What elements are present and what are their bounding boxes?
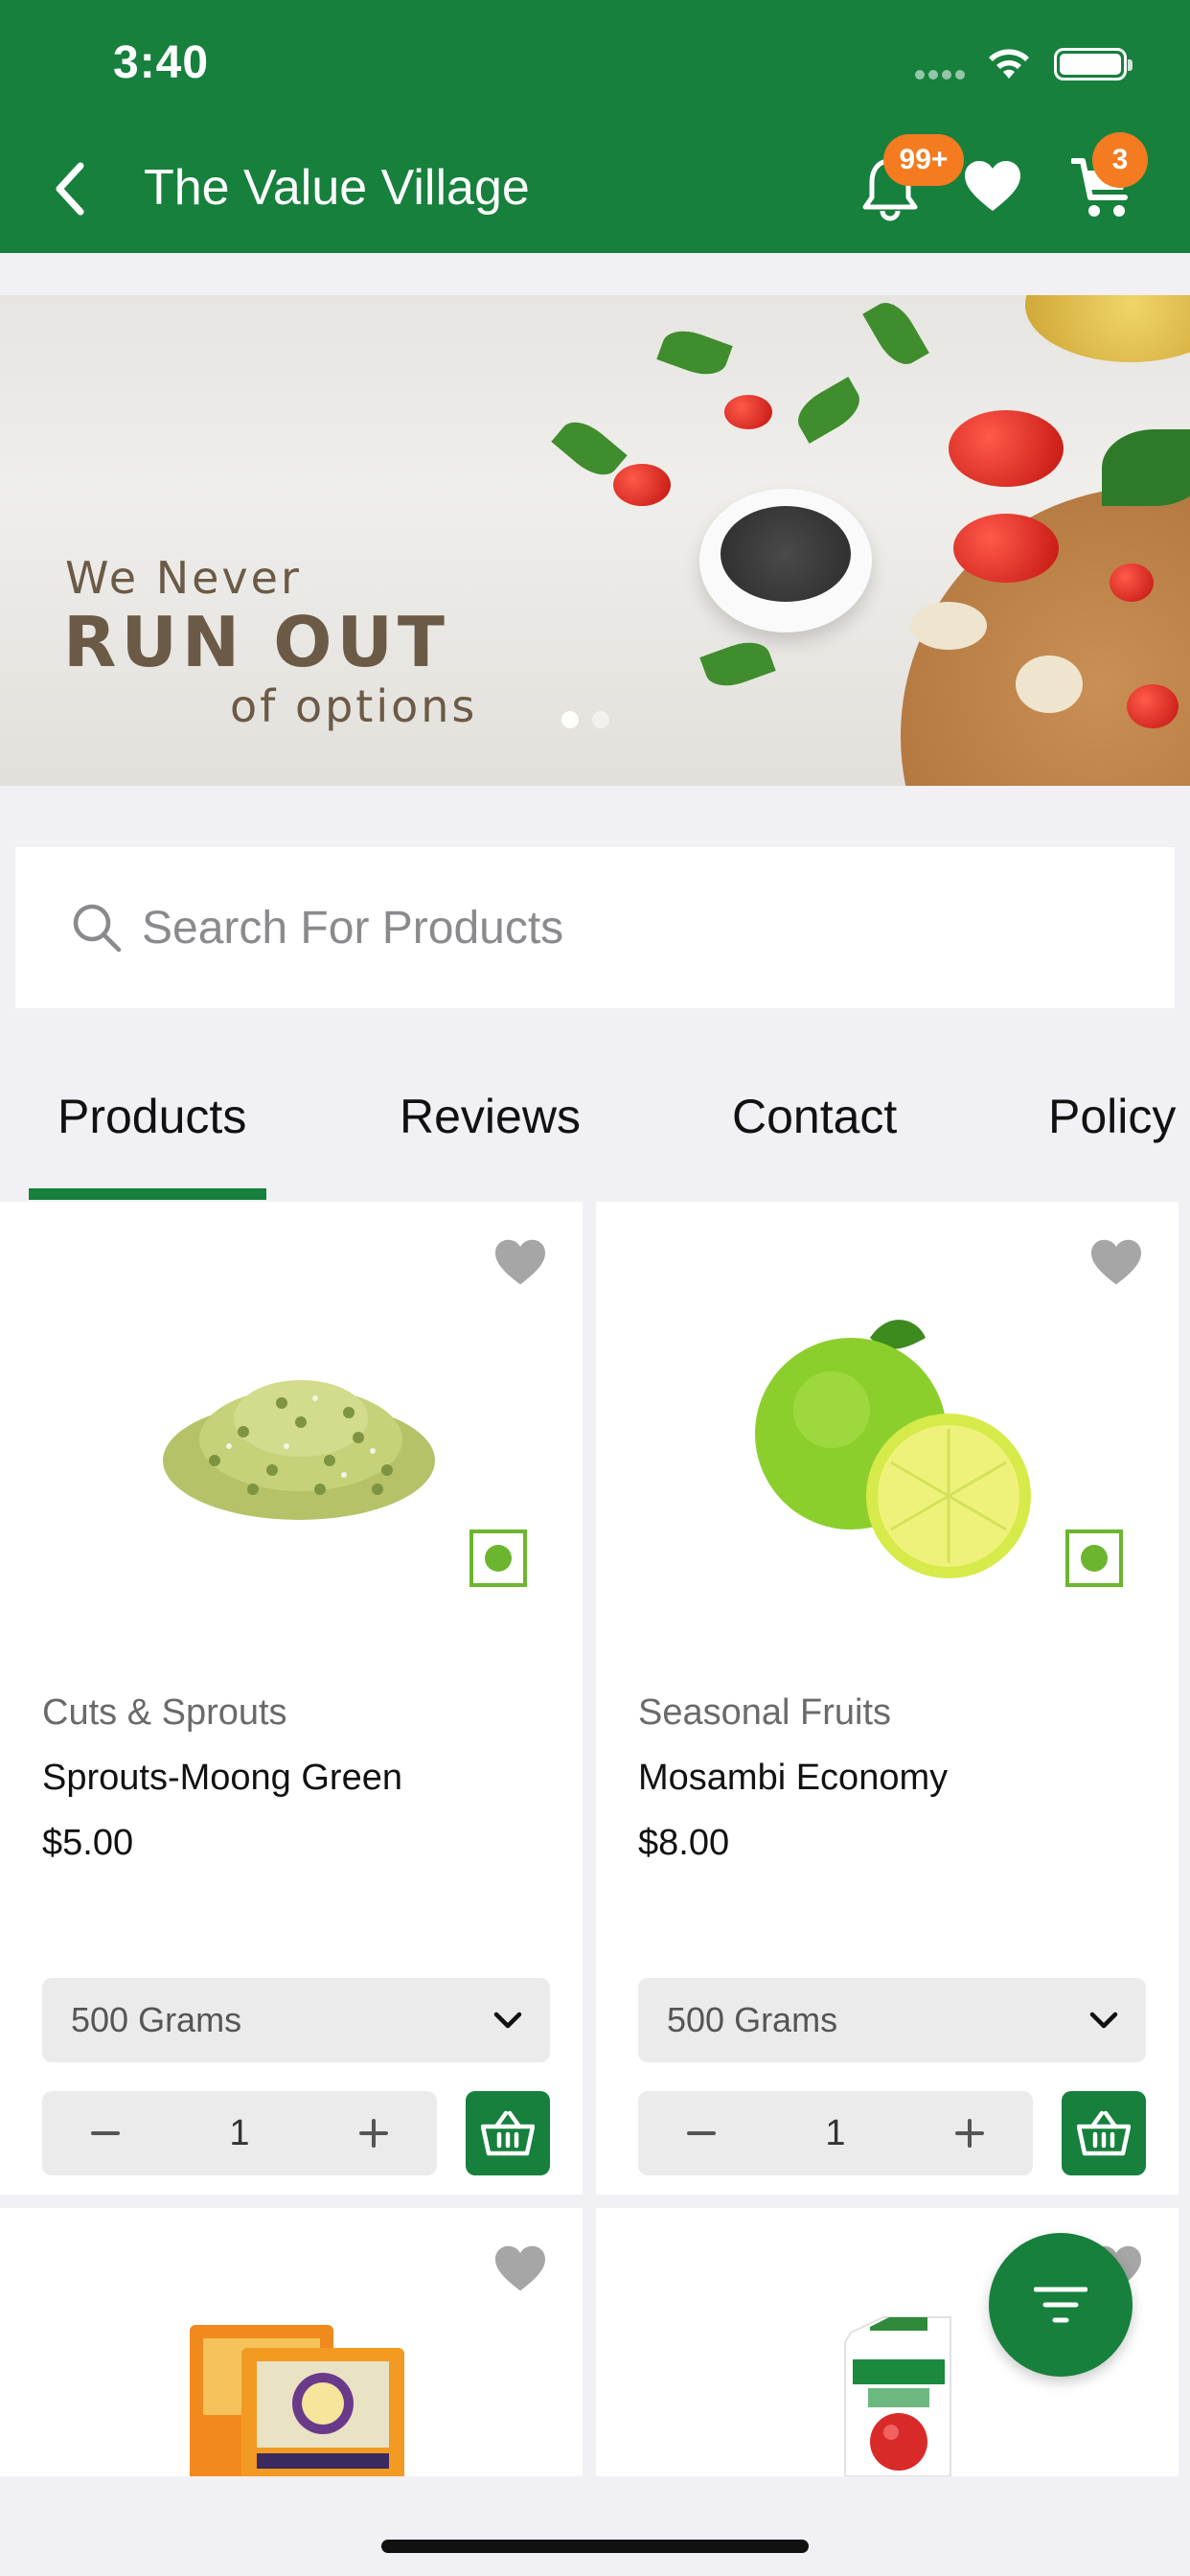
banner-bowl-image: [699, 489, 872, 632]
heart-icon[interactable]: [492, 1238, 548, 1288]
quantity-stepper: 1: [42, 2091, 437, 2175]
cart-badge: 3: [1092, 132, 1148, 188]
basket-icon: [1077, 2110, 1131, 2156]
add-to-basket-button[interactable]: [1062, 2091, 1146, 2175]
banner-oil-image: [1025, 295, 1190, 362]
app-header: 3:40 The Value Village 99+ 3: [0, 0, 1190, 253]
banner-tomato: [613, 464, 671, 506]
status-time: 3:40: [113, 37, 210, 88]
search-icon: [73, 904, 122, 953]
banner-text: We Never RUN OUT of options: [63, 552, 477, 732]
heart-icon[interactable]: [492, 2244, 548, 2294]
size-select-value: 500 Grams: [71, 2000, 242, 2039]
search-placeholder: Search For Products: [142, 902, 564, 954]
banner-line-1: We Never: [65, 552, 302, 604]
product-category: Cuts & Sprouts: [42, 1692, 287, 1733]
banner-leaf: [1102, 429, 1190, 506]
banner-garlic: [1016, 656, 1083, 713]
filter-button[interactable]: [989, 2233, 1133, 2377]
product-price: $8.00: [638, 1823, 730, 1863]
veg-indicator-icon: [469, 1530, 527, 1587]
banner-tomato: [953, 514, 1059, 583]
banner-line-2: RUN OUT: [63, 602, 450, 682]
product-card[interactable]: Cuts & Sprouts Sprouts-Moong Green $5.00…: [0, 1202, 583, 2195]
wifi-icon: [989, 49, 1029, 79]
quantity-value: 1: [825, 2113, 846, 2153]
tab-bar: Products Reviews Contact Policy: [0, 1060, 1190, 1202]
minus-icon: [91, 2131, 120, 2135]
banner-leaf: [699, 634, 776, 694]
veg-indicator-icon: [1065, 1530, 1123, 1587]
quantity-value: 1: [229, 2113, 250, 2153]
tab-contact[interactable]: Contact: [732, 1089, 897, 1144]
active-tab-indicator: [29, 1188, 266, 1200]
plus-icon: [955, 2119, 984, 2148]
cellular-signal-icon: [915, 67, 969, 84]
banner-tomato: [949, 410, 1064, 487]
product-name[interactable]: Sprouts-Moong Green: [42, 1758, 402, 1799]
banner-tomato: [1127, 684, 1179, 728]
decrease-button[interactable]: [57, 2091, 153, 2175]
decrease-button[interactable]: [653, 2091, 749, 2175]
banner-leaf: [862, 295, 929, 373]
product-card[interactable]: Seasonal Fruits Mosambi Economy $8.00 50…: [596, 1202, 1179, 2195]
banner-leaf: [790, 377, 868, 444]
minus-icon: [687, 2131, 716, 2135]
banner-line-3: of options: [230, 680, 478, 732]
size-select-value: 500 Grams: [667, 2000, 838, 2039]
page-title: The Value Village: [144, 160, 530, 216]
chevron-down-icon: [493, 2012, 522, 2029]
notification-badge: 99+: [883, 134, 964, 186]
banner-tomato: [1110, 564, 1154, 602]
increase-button[interactable]: [326, 2091, 422, 2175]
carousel-dot-active[interactable]: [561, 711, 579, 728]
product-image-mosambi: [755, 1320, 1031, 1578]
banner-garlic: [910, 602, 987, 650]
product-price: $5.00: [42, 1823, 134, 1863]
home-indicator[interactable]: [381, 2540, 809, 2553]
filter-icon: [1034, 2287, 1087, 2323]
banner-tomato: [724, 395, 772, 429]
size-select[interactable]: 500 Grams: [42, 1978, 550, 2062]
search-input[interactable]: Search For Products: [15, 847, 1175, 1008]
basket-icon: [481, 2110, 535, 2156]
chevron-down-icon: [1089, 2012, 1118, 2029]
tab-reviews[interactable]: Reviews: [400, 1089, 581, 1144]
chevron-left-icon: [56, 162, 84, 216]
heart-icon[interactable]: [963, 159, 1022, 215]
size-select[interactable]: 500 Grams: [638, 1978, 1146, 2062]
promo-banner[interactable]: We Never RUN OUT of options: [0, 295, 1190, 786]
product-name[interactable]: Mosambi Economy: [638, 1758, 948, 1799]
carousel-dot[interactable]: [592, 711, 609, 728]
banner-leaf: [656, 323, 733, 382]
plus-icon: [359, 2119, 388, 2148]
product-image-ragi: [190, 2325, 404, 2476]
increase-button[interactable]: [922, 2091, 1018, 2175]
add-to-basket-button[interactable]: [466, 2091, 550, 2175]
carousel-dots[interactable]: [561, 711, 623, 733]
quantity-stepper: 1: [638, 2091, 1033, 2175]
product-card[interactable]: [0, 2208, 583, 2476]
tab-policy[interactable]: Policy: [1048, 1089, 1176, 1144]
tab-products[interactable]: Products: [57, 1089, 246, 1144]
product-image-sprouts: [163, 1380, 435, 1520]
product-image-juice: [844, 2316, 951, 2476]
battery-icon: [1054, 48, 1133, 80]
product-category: Seasonal Fruits: [638, 1692, 892, 1733]
heart-icon[interactable]: [1088, 1238, 1144, 1288]
back-button[interactable]: [50, 155, 98, 222]
